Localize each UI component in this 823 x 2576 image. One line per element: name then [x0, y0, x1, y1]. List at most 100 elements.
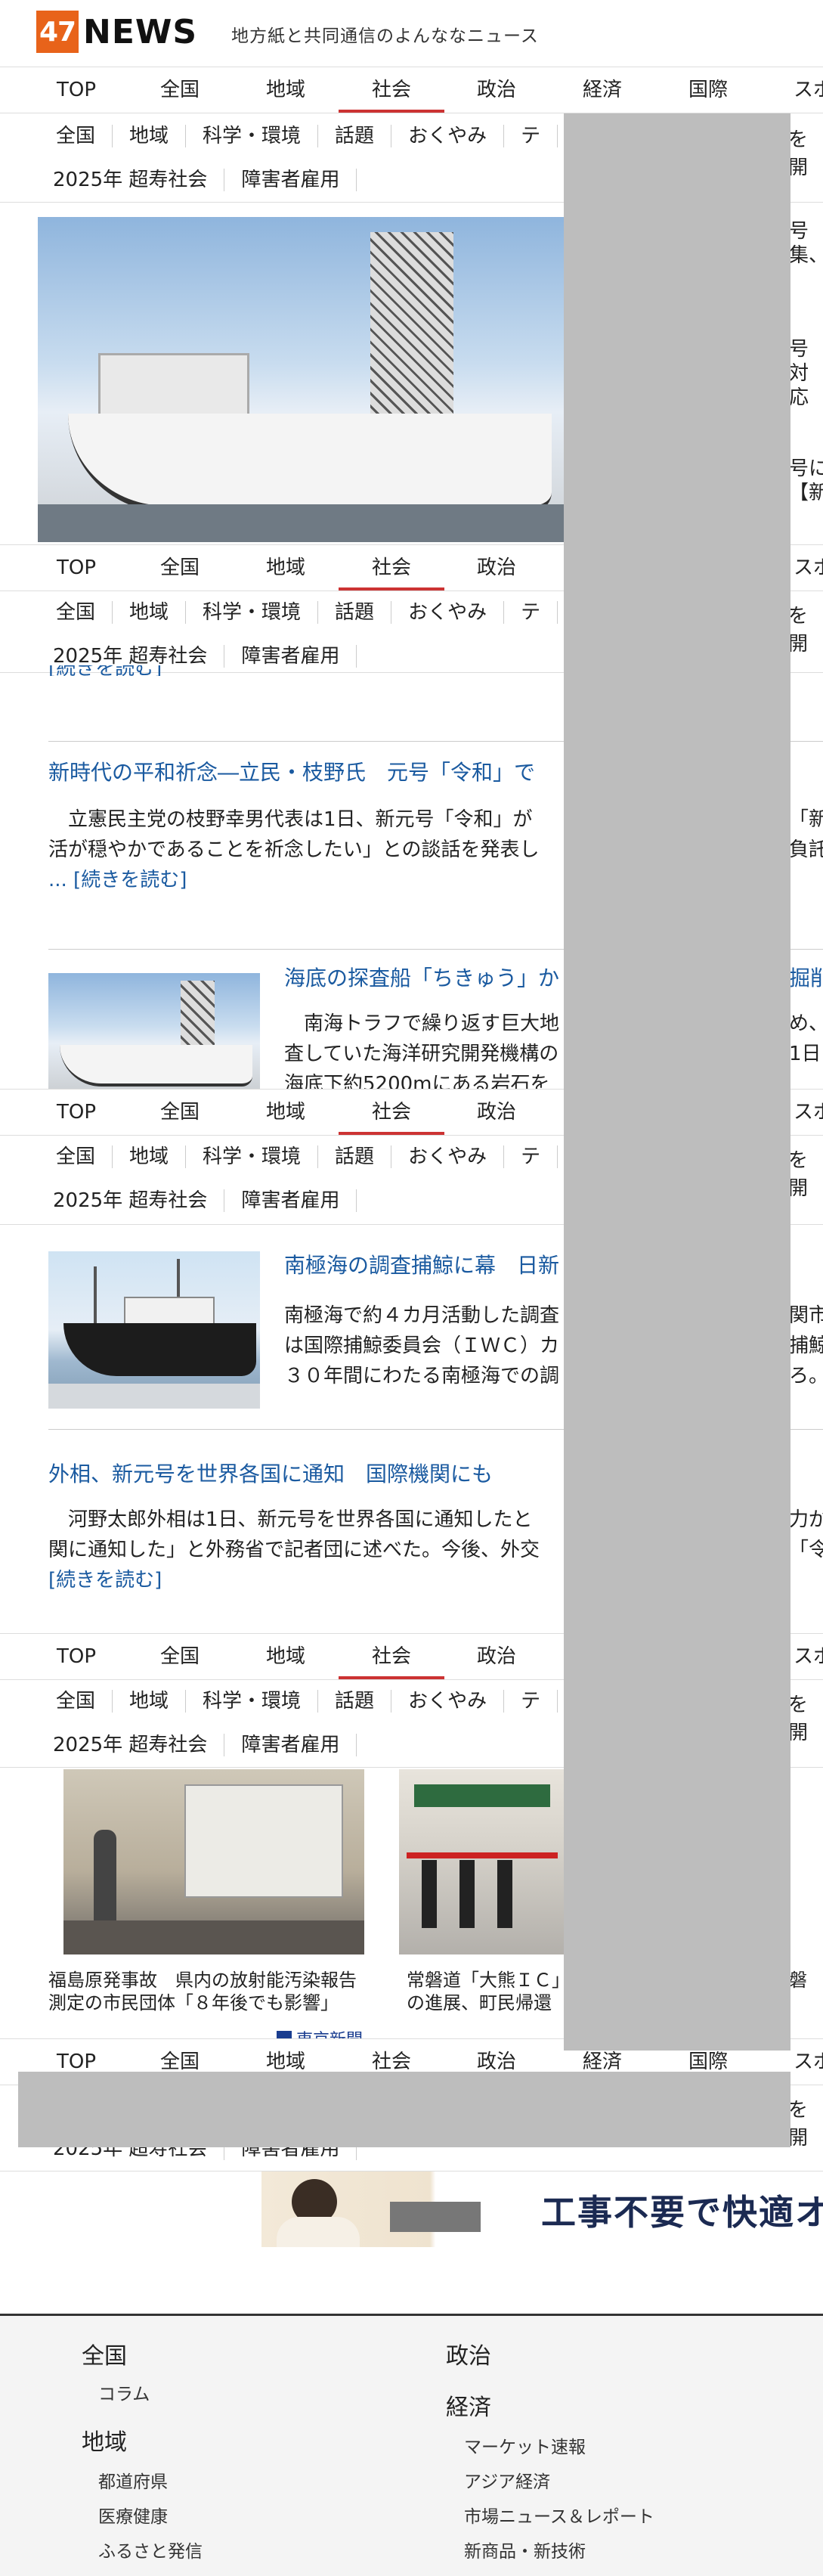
site-logo[interactable]: 47 NEWS — [36, 11, 197, 53]
nav-society[interactable]: 社会 — [339, 1090, 444, 1135]
footer-link-politics[interactable]: 政治 — [446, 2337, 491, 2370]
sub-nav-obituaries[interactable]: おくやみ — [391, 1145, 505, 1168]
site-tagline: 地方紙と共同通信のよんななニュース — [231, 26, 539, 46]
sub-nav-right-fragment[interactable]: を開 — [788, 600, 823, 656]
sub-nav-more[interactable]: テ — [504, 1145, 558, 1168]
sub-nav-national[interactable]: 全国 — [39, 1145, 113, 1168]
article-title[interactable]: 新時代の平和祈念―立民・枝野氏 元号「令和」で — [48, 756, 570, 786]
sub-nav-science[interactable]: 科学・環境 — [186, 125, 319, 147]
nav-national[interactable]: 全国 — [127, 67, 233, 113]
footer-link-market-news[interactable]: 市場ニュース＆レポート — [464, 2502, 654, 2528]
footer-link-market[interactable]: マーケット速報 — [464, 2432, 586, 2458]
photo-card-image[interactable] — [63, 1769, 364, 1954]
nav-regional[interactable]: 地域 — [233, 67, 339, 113]
sub-nav-national[interactable]: 全国 — [39, 1690, 113, 1713]
nav-regional[interactable]: 地域 — [233, 1634, 339, 1679]
sub-nav-national[interactable]: 全国 — [39, 125, 113, 147]
article-title[interactable]: 南極海の調査捕鯨に幕 日新 — [284, 1249, 571, 1279]
sub-nav-right-fragment[interactable]: を開 — [788, 1145, 823, 1201]
nav-society[interactable]: 社会 — [339, 1634, 444, 1679]
nav-society[interactable]: 社会 — [339, 67, 444, 113]
nav-top[interactable]: TOP — [23, 67, 129, 113]
nav-society[interactable]: 社会 — [339, 545, 444, 591]
sub-nav-aging-society[interactable]: 2025年 超寿社会 — [36, 1189, 225, 1212]
sub-nav-right-fragment[interactable]: を開 — [788, 2094, 823, 2150]
sub-nav-more[interactable]: テ — [504, 1690, 558, 1713]
nav-regional[interactable]: 地域 — [233, 545, 339, 591]
article-body: 南海トラフで繰り返す巨大地 査していた海洋研究開発機構の 海底下約5200mにあ… — [284, 1012, 560, 1089]
ship-photo[interactable] — [38, 217, 567, 542]
sub-nav-topics[interactable]: 話題 — [318, 1145, 392, 1168]
sub-nav-obituaries[interactable]: おくやみ — [391, 125, 505, 147]
nav-national[interactable]: 全国 — [127, 545, 233, 591]
nav-economy[interactable]: 経済 — [549, 67, 655, 113]
article-right-fragment: 力が 「令 — [789, 1508, 823, 1561]
side-fragment-3: 号に 【新 — [789, 457, 823, 504]
sub-nav-disability-employment[interactable]: 障害者雇用 — [224, 169, 357, 191]
logo-wordmark: NEWS — [83, 12, 198, 51]
footer-link-column[interactable]: コラム — [98, 2379, 150, 2405]
nav-top[interactable]: TOP — [23, 1634, 129, 1679]
sub-nav-right-fragment[interactable]: を開 — [788, 1689, 823, 1745]
read-more-link[interactable]: [続きを読む] — [48, 665, 162, 676]
sub-nav-obituaries[interactable]: おくやみ — [391, 1690, 505, 1713]
sub-nav-right-fragment[interactable]: を開 — [788, 124, 823, 180]
sub-nav-more[interactable]: テ — [504, 125, 558, 147]
sub-nav-disability-employment[interactable]: 障害者雇用 — [224, 1734, 357, 1756]
sub-nav-science[interactable]: 科学・環境 — [186, 1145, 319, 1168]
nav-top[interactable]: TOP — [23, 545, 129, 591]
sub-nav-row-1: 全国 地域 科学・環境 話題 おくやみ テ — [0, 115, 558, 157]
sub-nav-row-2: 2025年 超寿社会 障害者雇用 — [0, 1724, 357, 1766]
sub-nav-aging-society[interactable]: 2025年 超寿社会 — [36, 645, 225, 668]
ad-banner[interactable]: 工事不要で快適オ — [261, 2171, 823, 2247]
sub-nav-topics[interactable]: 話題 — [318, 1690, 392, 1713]
footer-link-prefectures[interactable]: 都道府県 — [98, 2467, 168, 2493]
nav-national[interactable]: 全国 — [127, 1634, 233, 1679]
nav-international[interactable]: 国際 — [655, 67, 761, 113]
nav-politics[interactable]: 政治 — [444, 1090, 549, 1135]
footer-link-asia-economy[interactable]: アジア経済 — [464, 2467, 550, 2493]
photo-card-caption[interactable]: 常磐道「大熊ＩＣ」の進展、町民帰還 — [407, 1969, 570, 2016]
nav-politics[interactable]: 政治 — [444, 1634, 549, 1679]
nav-politics[interactable]: 政治 — [444, 545, 549, 591]
sub-nav-aging-society[interactable]: 2025年 超寿社会 — [36, 169, 225, 191]
sub-nav-regional[interactable]: 地域 — [113, 125, 187, 147]
sub-nav-national[interactable]: 全国 — [39, 601, 113, 624]
overlay-block — [564, 113, 791, 2051]
sub-nav-disability-employment[interactable]: 障害者雇用 — [224, 1189, 357, 1212]
nav-sports[interactable]: スポ — [760, 67, 823, 113]
footer-link-hometown[interactable]: ふるさと発信 — [98, 2537, 203, 2562]
sub-nav-science[interactable]: 科学・環境 — [186, 1690, 319, 1713]
side-fragment-2: 号 対応 — [789, 338, 809, 409]
photo-card-caption[interactable]: 福島原発事故 県内の放射能汚染報告 測定の市民団体「８年後でも影響」 — [48, 1969, 366, 2038]
sub-nav-aging-society[interactable]: 2025年 超寿社会 — [36, 1734, 225, 1756]
sub-nav-regional[interactable]: 地域 — [113, 1690, 187, 1713]
nav-national[interactable]: 全国 — [127, 1090, 233, 1135]
nav-top[interactable]: TOP — [23, 1090, 129, 1135]
footer-link-economy[interactable]: 経済 — [446, 2388, 491, 2422]
sub-nav-more[interactable]: テ — [504, 601, 558, 624]
sub-nav-disability-employment[interactable]: 障害者雇用 — [224, 645, 357, 668]
article-title[interactable]: 海底の探査船「ちきゅう」か — [284, 962, 571, 992]
article-thumbnail[interactable] — [48, 1251, 260, 1409]
article-title[interactable]: 外相、新元号を世界各国に通知 国際機関にも — [48, 1458, 570, 1488]
article-thumbnail[interactable] — [48, 973, 260, 1090]
article-title-fragment[interactable]: 掘削 — [789, 962, 823, 992]
footer-link-health[interactable]: 医療健康 — [98, 2502, 168, 2528]
article-right-fragment: 「新 負託 — [789, 808, 823, 861]
sub-nav-regional[interactable]: 地域 — [113, 1145, 187, 1168]
sub-nav-row-2: 2025年 超寿社会 障害者雇用 — [0, 1180, 357, 1222]
sub-nav-obituaries[interactable]: おくやみ — [391, 601, 505, 624]
sub-nav-regional[interactable]: 地域 — [113, 601, 187, 624]
footer-link-new-products[interactable]: 新商品・新技術 — [464, 2537, 586, 2562]
nav-regional[interactable]: 地域 — [233, 1090, 339, 1135]
photo-card-image[interactable] — [399, 1769, 565, 1954]
site-footer: 全国 コラム 地域 都道府県 医療健康 ふるさと発信 政治 経済 マーケット速報… — [0, 2314, 823, 2576]
footer-link-national[interactable]: 全国 — [82, 2337, 127, 2370]
sub-nav-topics[interactable]: 話題 — [318, 125, 392, 147]
sub-nav-science[interactable]: 科学・環境 — [186, 601, 319, 624]
nav-politics[interactable]: 政治 — [444, 67, 549, 113]
photo-card-caption-fragment[interactable]: 磐道 — [789, 1969, 823, 1992]
footer-link-regional[interactable]: 地域 — [82, 2423, 127, 2457]
sub-nav-topics[interactable]: 話題 — [318, 601, 392, 624]
